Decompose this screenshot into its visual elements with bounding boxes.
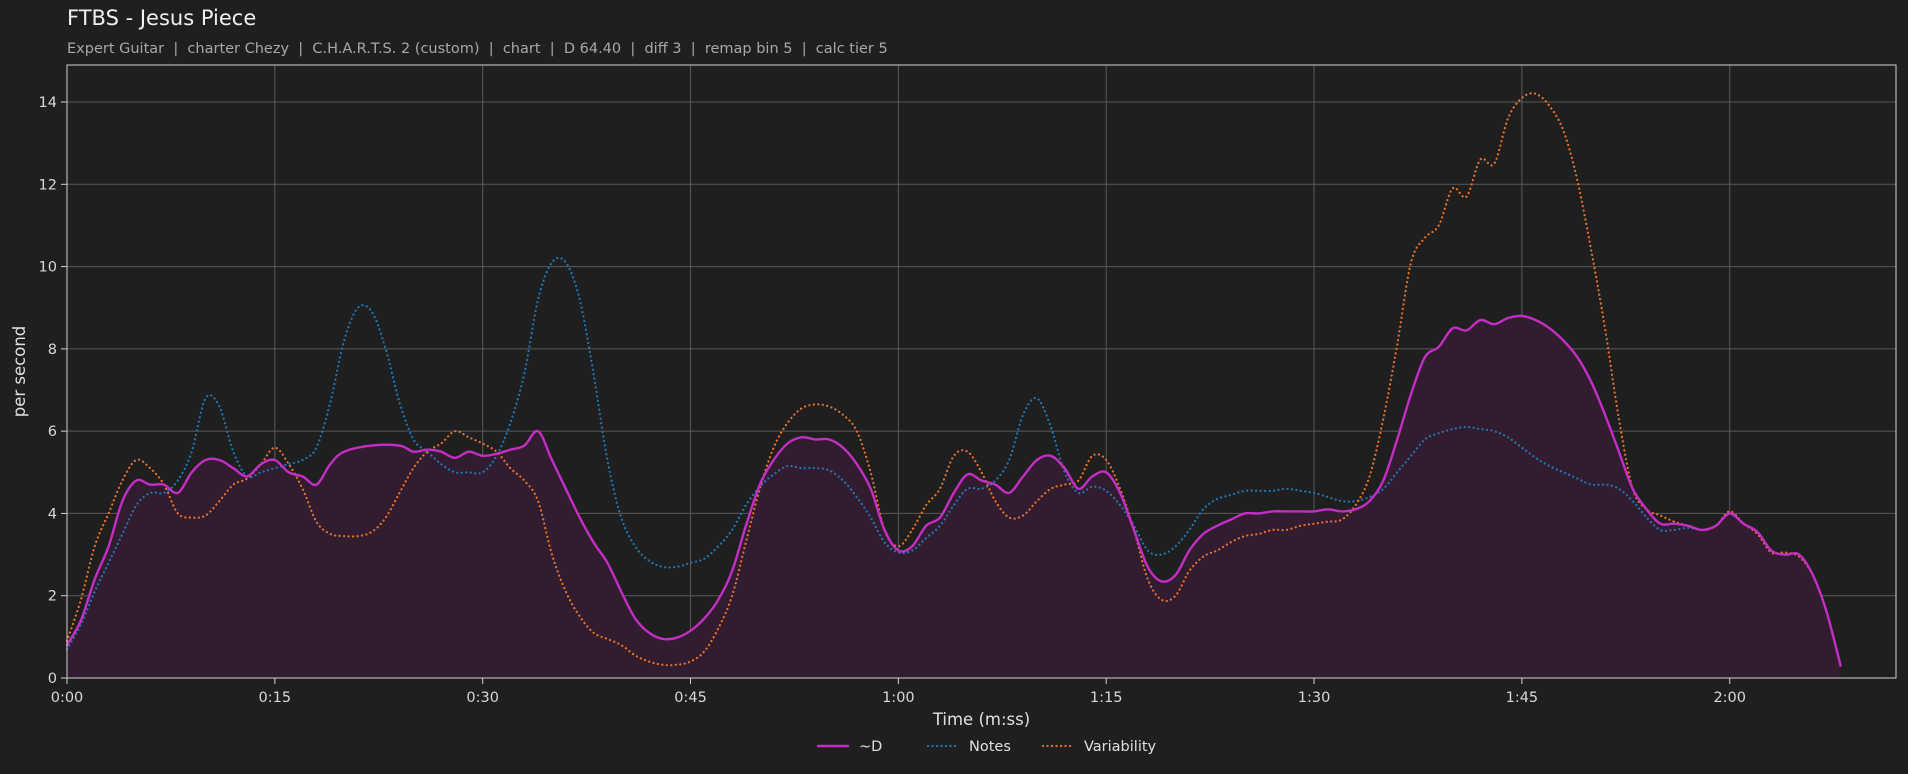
x-tick-label: 0:30 [466,690,499,706]
x-tick-label: 0:15 [259,690,292,706]
y-tick-label: 2 [48,589,57,605]
y-tick-label: 10 [39,260,57,276]
legend-label: Variability [1084,739,1157,755]
y-tick-label: 0 [48,671,57,687]
x-axis-label: Time (m:ss) [932,710,1030,729]
y-tick-label: 4 [48,506,57,522]
x-tick-label: 0:45 [674,690,707,706]
x-tick-label: 0:00 [51,690,84,706]
legend-label: ~D [859,739,882,755]
y-tick-label: 6 [48,424,57,440]
legend: ~D Notes Variability [816,739,1157,755]
y-tick-label: 8 [48,342,57,358]
x-tick-label: 1:30 [1298,690,1331,706]
x-tick-label: 1:45 [1506,690,1539,706]
y-tick-label: 12 [39,177,57,193]
x-tick-label: 1:15 [1090,690,1123,706]
y-tick-label: 14 [39,95,57,111]
legend-label: Notes [969,739,1011,755]
series-fill [67,315,1841,678]
chart-canvas: 0:00 0:15 0:30 0:45 1:00 1:15 1:30 1:45 2:00 0 2 4 6… [10,64,1897,755]
series-area-0 [67,315,1841,678]
x-tick-label: 1:00 [882,690,915,706]
y-axis-label: per second [10,326,29,418]
x-tick-label: 2:00 [1713,690,1746,706]
